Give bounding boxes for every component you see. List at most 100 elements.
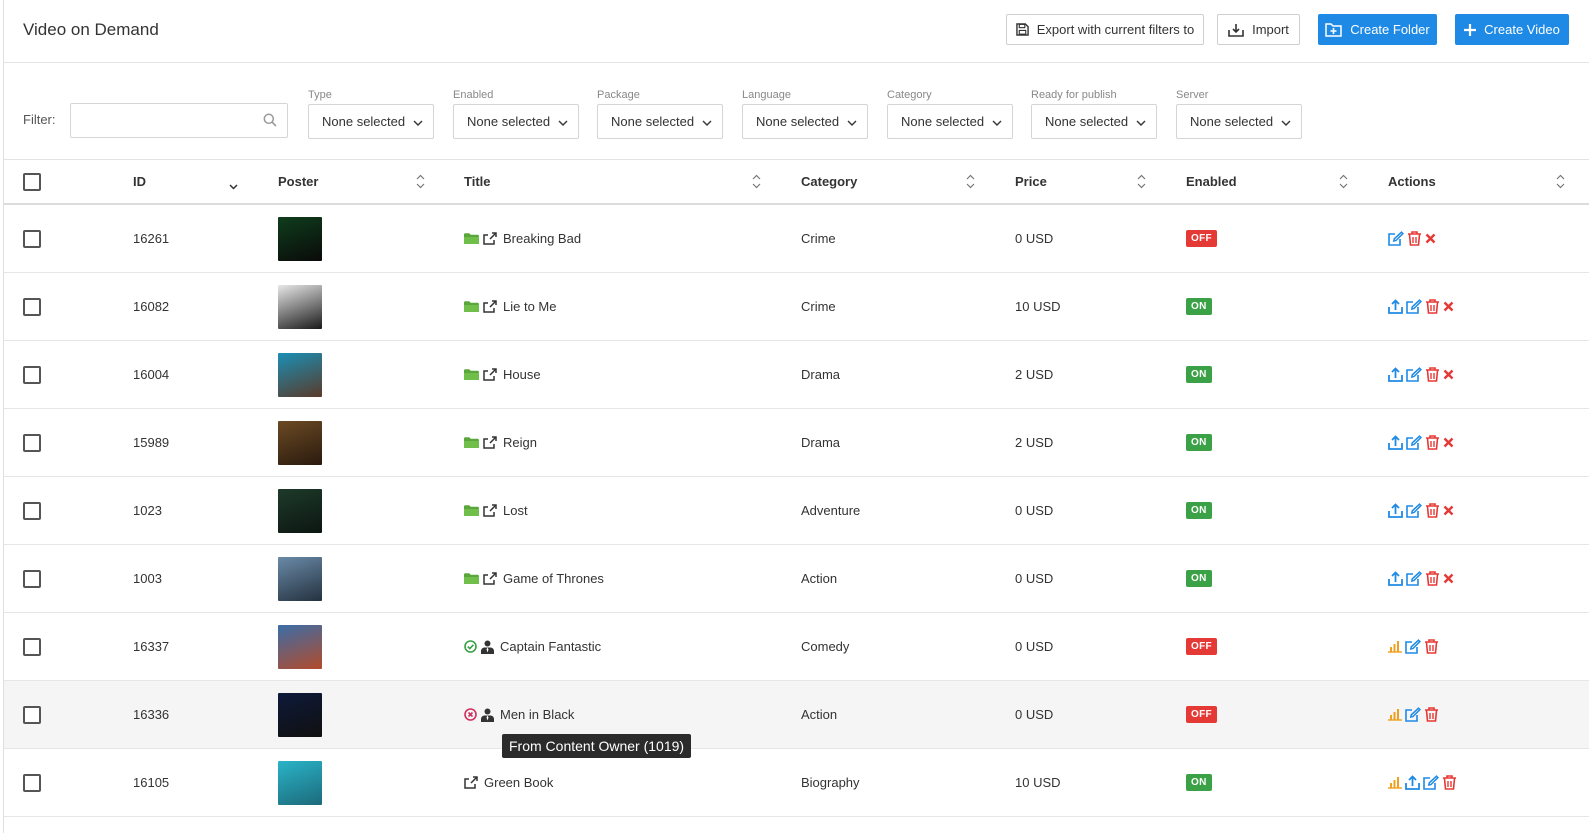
edit-icon[interactable] bbox=[1405, 639, 1421, 654]
column-title[interactable]: Title bbox=[464, 160, 491, 203]
edit-icon[interactable] bbox=[1406, 571, 1422, 586]
import-button[interactable]: Import bbox=[1217, 14, 1300, 45]
enabled-badge[interactable]: ON bbox=[1186, 341, 1212, 408]
table-row[interactable]: 16261 Breaking Bad Crime 0 USD OFF bbox=[4, 205, 1589, 273]
filter-type-select[interactable]: None selected bbox=[308, 104, 434, 139]
filter-server-select[interactable]: None selected bbox=[1176, 104, 1302, 139]
bar-chart-icon[interactable] bbox=[1388, 708, 1402, 721]
column-category[interactable]: Category bbox=[801, 160, 857, 203]
filter-ready-select[interactable]: None selected bbox=[1031, 104, 1157, 139]
remove-icon[interactable] bbox=[1443, 573, 1454, 584]
poster-image[interactable] bbox=[278, 477, 322, 544]
table-row[interactable]: 15989 Reign Drama 2 USD ON bbox=[4, 409, 1589, 477]
sort-desc-icon[interactable] bbox=[229, 178, 238, 193]
column-id[interactable]: ID bbox=[133, 160, 146, 203]
column-price[interactable]: Price bbox=[1015, 160, 1047, 203]
edit-icon[interactable] bbox=[1405, 707, 1421, 722]
row-checkbox[interactable] bbox=[23, 477, 41, 544]
sort-icon[interactable] bbox=[1137, 174, 1146, 192]
row-checkbox[interactable] bbox=[23, 273, 41, 340]
search-input[interactable] bbox=[70, 103, 288, 138]
row-checkbox[interactable] bbox=[23, 545, 41, 612]
status-badge[interactable]: OFF bbox=[1186, 706, 1217, 723]
row-title[interactable]: Men in Black bbox=[500, 707, 574, 722]
create-folder-button[interactable]: Create Folder bbox=[1318, 14, 1437, 45]
trash-icon[interactable] bbox=[1424, 707, 1439, 722]
column-poster[interactable]: Poster bbox=[278, 160, 318, 203]
edit-icon[interactable] bbox=[1406, 367, 1422, 382]
remove-icon[interactable] bbox=[1425, 233, 1436, 244]
filter-package-select[interactable]: None selected bbox=[597, 104, 723, 139]
sort-icon[interactable] bbox=[416, 174, 425, 192]
row-checkbox[interactable] bbox=[23, 409, 41, 476]
upload-icon[interactable] bbox=[1388, 367, 1403, 382]
status-badge[interactable]: OFF bbox=[1186, 638, 1217, 655]
row-title[interactable]: House bbox=[503, 367, 541, 382]
upload-icon[interactable] bbox=[1405, 775, 1420, 790]
poster-image[interactable] bbox=[278, 613, 322, 680]
status-badge[interactable]: ON bbox=[1186, 366, 1212, 383]
remove-icon[interactable] bbox=[1443, 369, 1454, 380]
row-checkbox[interactable] bbox=[23, 341, 41, 408]
export-button[interactable]: Export with current filters to bbox=[1006, 14, 1204, 45]
status-badge[interactable]: ON bbox=[1186, 570, 1212, 587]
row-checkbox[interactable] bbox=[23, 205, 41, 272]
poster-image[interactable] bbox=[278, 681, 322, 748]
sort-icon[interactable] bbox=[1556, 174, 1565, 192]
edit-icon[interactable] bbox=[1388, 231, 1404, 246]
upload-icon[interactable] bbox=[1388, 435, 1403, 450]
trash-icon[interactable] bbox=[1424, 639, 1439, 654]
edit-icon[interactable] bbox=[1406, 435, 1422, 450]
poster-image[interactable] bbox=[278, 273, 322, 340]
row-checkbox[interactable] bbox=[23, 749, 41, 816]
trash-icon[interactable] bbox=[1425, 367, 1440, 382]
row-title[interactable]: Lost bbox=[503, 503, 528, 518]
row-title[interactable]: Green Book bbox=[484, 775, 553, 790]
table-row[interactable]: 16082 Lie to Me Crime 10 USD ON bbox=[4, 273, 1589, 341]
edit-icon[interactable] bbox=[1406, 299, 1422, 314]
remove-icon[interactable] bbox=[1443, 437, 1454, 448]
column-enabled[interactable]: Enabled bbox=[1186, 160, 1237, 203]
sort-icon[interactable] bbox=[966, 174, 975, 192]
remove-icon[interactable] bbox=[1443, 301, 1454, 312]
table-row[interactable]: 16105 Green Book Biography 10 USD ON bbox=[4, 749, 1589, 817]
status-badge[interactable]: ON bbox=[1186, 298, 1212, 315]
enabled-badge[interactable]: ON bbox=[1186, 749, 1212, 816]
trash-icon[interactable] bbox=[1425, 299, 1440, 314]
trash-icon[interactable] bbox=[1425, 435, 1440, 450]
create-video-button[interactable]: Create Video bbox=[1455, 14, 1569, 45]
table-row[interactable]: 16336 Men in Black Action 0 USD OFF bbox=[4, 681, 1589, 749]
poster-image[interactable] bbox=[278, 205, 322, 272]
sort-icon[interactable] bbox=[752, 174, 761, 192]
filter-category-select[interactable]: None selected bbox=[887, 104, 1013, 139]
edit-icon[interactable] bbox=[1406, 503, 1422, 518]
poster-image[interactable] bbox=[278, 341, 322, 408]
poster-image[interactable] bbox=[278, 545, 322, 612]
poster-image[interactable] bbox=[278, 749, 322, 816]
row-title[interactable]: Captain Fantastic bbox=[500, 639, 601, 654]
row-checkbox[interactable] bbox=[23, 613, 41, 680]
enabled-badge[interactable]: OFF bbox=[1186, 681, 1217, 748]
trash-icon[interactable] bbox=[1442, 775, 1457, 790]
status-badge[interactable]: OFF bbox=[1186, 230, 1217, 247]
enabled-badge[interactable]: OFF bbox=[1186, 613, 1217, 680]
table-row[interactable]: 16337 Captain Fantastic Comedy 0 USD OFF bbox=[4, 613, 1589, 681]
select-all-checkbox[interactable] bbox=[23, 160, 41, 203]
enabled-badge[interactable]: ON bbox=[1186, 545, 1212, 612]
status-badge[interactable]: ON bbox=[1186, 502, 1212, 519]
remove-icon[interactable] bbox=[1443, 505, 1454, 516]
enabled-badge[interactable]: ON bbox=[1186, 409, 1212, 476]
upload-icon[interactable] bbox=[1388, 503, 1403, 518]
bar-chart-icon[interactable] bbox=[1388, 776, 1402, 789]
poster-image[interactable] bbox=[278, 409, 322, 476]
upload-icon[interactable] bbox=[1388, 571, 1403, 586]
filter-enabled-select[interactable]: None selected bbox=[453, 104, 579, 139]
trash-icon[interactable] bbox=[1407, 231, 1422, 246]
column-actions[interactable]: Actions bbox=[1388, 160, 1436, 203]
bar-chart-icon[interactable] bbox=[1388, 640, 1402, 653]
table-row[interactable]: 1003 Game of Thrones Action 0 USD ON bbox=[4, 545, 1589, 613]
trash-icon[interactable] bbox=[1425, 571, 1440, 586]
row-title[interactable]: Breaking Bad bbox=[503, 231, 581, 246]
trash-icon[interactable] bbox=[1425, 503, 1440, 518]
row-title[interactable]: Lie to Me bbox=[503, 299, 556, 314]
